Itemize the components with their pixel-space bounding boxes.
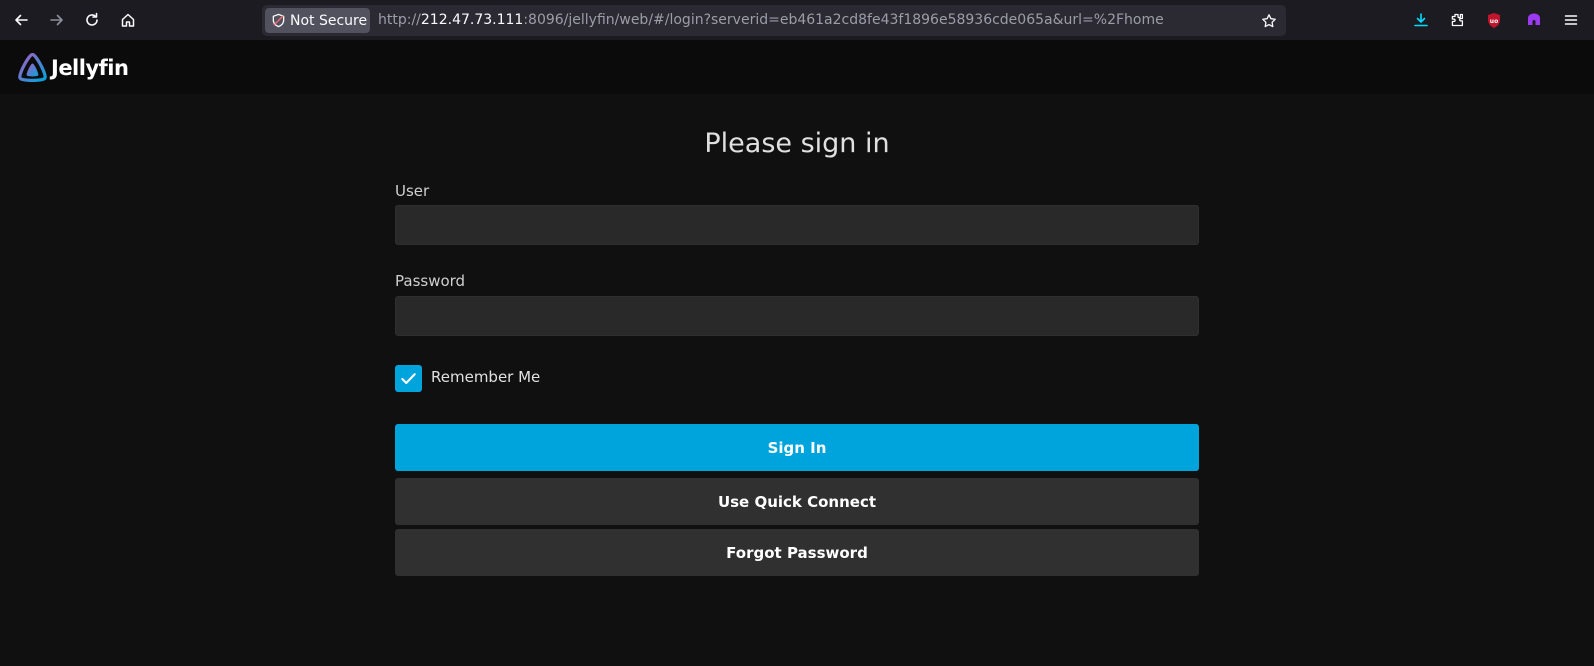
- app-header: Jellyfin: [0, 41, 1594, 94]
- remember-me-label[interactable]: Remember Me: [431, 368, 540, 386]
- forward-button[interactable]: [42, 5, 72, 35]
- checkmark-icon: [401, 373, 416, 385]
- bookmark-button[interactable]: [1258, 10, 1280, 32]
- extension-icon: [1528, 13, 1540, 25]
- extension-button[interactable]: [1520, 6, 1548, 34]
- user-input[interactable]: [395, 205, 1199, 245]
- shield-icon: [272, 13, 285, 28]
- back-button[interactable]: [6, 5, 36, 35]
- bookmark-star-icon: [1262, 14, 1276, 28]
- logo-text: Jellyfin: [51, 56, 129, 80]
- forward-icon: [50, 14, 63, 26]
- ublock-button[interactable]: uo: [1480, 6, 1508, 34]
- password-input[interactable]: [395, 296, 1199, 336]
- security-indicator[interactable]: Not Secure: [265, 8, 370, 33]
- menu-icon: [1564, 15, 1578, 25]
- security-label: Not Secure: [290, 12, 368, 29]
- ublock-icon: uo: [1488, 12, 1500, 28]
- password-label: Password: [395, 272, 466, 290]
- login-page: Please sign in User Password Remember Me…: [0, 94, 1594, 666]
- url-bar[interactable]: Not Secure http://212.47.73.111:8096/jel…: [262, 5, 1286, 36]
- url-path: :8096/jellyfin/web/#/login?serverid=eb46…: [523, 12, 1164, 28]
- quick-connect-button[interactable]: Use Quick Connect: [395, 478, 1199, 525]
- browser-toolbar: Not Secure http://212.47.73.111:8096/jel…: [0, 0, 1594, 41]
- reload-icon: [86, 12, 98, 26]
- extensions-button[interactable]: [1443, 6, 1471, 34]
- url-text[interactable]: http://212.47.73.111:8096/jellyfin/web/#…: [378, 12, 1164, 28]
- remember-me-checkbox[interactable]: [395, 365, 422, 392]
- svg-text:uo: uo: [1490, 18, 1498, 25]
- home-button[interactable]: [113, 5, 143, 35]
- downloads-icon: [1414, 13, 1428, 27]
- url-prefix: http://: [378, 12, 421, 28]
- forgot-password-button[interactable]: Forgot Password: [395, 529, 1199, 576]
- back-icon: [15, 14, 28, 26]
- app-menu-button[interactable]: [1557, 6, 1585, 34]
- home-icon: [121, 13, 135, 27]
- jellyfin-logo[interactable]: Jellyfin: [17, 53, 129, 83]
- jellyfin-logo-icon: [18, 53, 47, 82]
- user-label: User: [395, 182, 430, 200]
- page-title: Please sign in: [704, 128, 890, 159]
- reload-button[interactable]: [77, 5, 107, 35]
- extensions-icon: [1451, 13, 1464, 27]
- sign-in-button[interactable]: Sign In: [395, 424, 1199, 471]
- downloads-button[interactable]: [1407, 6, 1435, 34]
- url-host: 212.47.73.111: [420, 12, 524, 28]
